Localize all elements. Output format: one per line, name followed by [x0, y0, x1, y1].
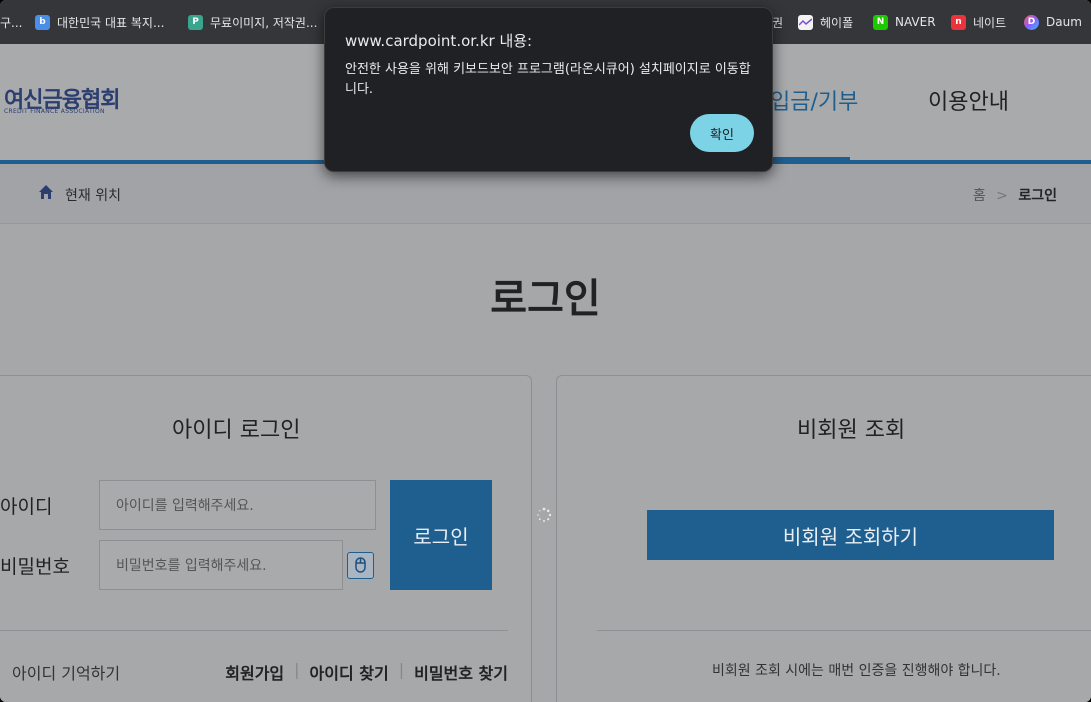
- daum-icon: D: [1024, 14, 1039, 30]
- guest-lookup-note: 비회원 조회 시에는 매번 인증을 진행해야 합니다.: [712, 663, 1001, 679]
- mouse-icon: [355, 557, 366, 573]
- heypoll-icon: [798, 14, 813, 30]
- bookmark-item[interactable]: b 대한민국 대표 복지...: [35, 12, 164, 32]
- id-input[interactable]: 아이디를 입력해주세요.: [99, 480, 376, 530]
- dialog-message: 안전한 사용을 위해 키보드보안 프로그램(라온시큐어) 설치페이지로 이동합니…: [345, 62, 751, 97]
- loading-spinner-icon: [537, 507, 552, 522]
- nate-icon: n: [951, 14, 966, 30]
- bookmark-item[interactable]: 권: [772, 12, 783, 32]
- bookmark-label: Daum: [1046, 15, 1082, 29]
- id-field-label: 아이디: [0, 496, 53, 518]
- guest-lookup-title: 비회원 조회: [797, 418, 906, 443]
- home-icon: [39, 185, 53, 199]
- bookmark-label: 대한민국 대표 복지...: [57, 15, 165, 30]
- account-links: 회원가입 | 아이디 찾기 | 비밀번호 찾기: [225, 660, 508, 684]
- bookmark-label: 네이트: [973, 15, 1007, 30]
- bookmark-item[interactable]: D Daum: [1024, 12, 1082, 32]
- dialog-title: www.cardpoint.or.kr 내용:: [345, 32, 533, 50]
- bookmark-label: 무료이미지, 저작권...: [210, 15, 318, 30]
- remember-id-checkbox[interactable]: 아이디 기억하기: [12, 660, 120, 684]
- breadcrumb-location-label: 현재 위치: [65, 188, 121, 204]
- breadcrumb-home[interactable]: 홈: [973, 188, 986, 204]
- bookmark-item[interactable]: n 네이트: [951, 12, 1006, 32]
- breadcrumb-current: 로그인: [1018, 188, 1057, 204]
- nav-donate[interactable]: 입금/기부: [770, 84, 858, 116]
- bookmark-label: 헤이폴: [820, 15, 854, 30]
- signup-link[interactable]: 회원가입: [225, 660, 284, 684]
- site-logo-subtitle: CREDIT FINANCE ASSOCIATION: [4, 108, 105, 115]
- bookmark-item[interactable]: P 무료이미지, 저작권...: [188, 12, 317, 32]
- bookmark-item[interactable]: 헤이폴: [798, 12, 853, 32]
- login-button[interactable]: 로그인: [390, 480, 492, 590]
- alert-dialog: www.cardpoint.or.kr 내용: 안전한 사용을 위해 키보드보안…: [324, 7, 773, 172]
- dialog-ok-button[interactable]: 확인: [690, 114, 754, 152]
- guest-panel-divider: [597, 630, 1091, 631]
- find-id-link[interactable]: 아이디 찾기: [310, 660, 389, 684]
- password-field-label: 비밀번호: [0, 556, 70, 578]
- nav-guide[interactable]: 이용안내: [928, 84, 1009, 116]
- page-title: 로그인: [490, 276, 601, 322]
- bookmark-label: 구...: [0, 15, 23, 30]
- bookmark-item[interactable]: 구...: [0, 12, 22, 32]
- id-login-title: 아이디 로그인: [172, 418, 301, 443]
- id-panel-divider: [0, 630, 508, 631]
- image-icon: P: [188, 14, 203, 30]
- breadcrumb: 홈 > 로그인: [973, 185, 1057, 205]
- find-password-link[interactable]: 비밀번호 찾기: [414, 660, 508, 684]
- naver-icon: N: [873, 14, 888, 30]
- bookmark-item[interactable]: N NAVER: [873, 12, 936, 32]
- breadcrumb-bar: [0, 164, 1091, 224]
- welfare-icon: b: [35, 14, 50, 30]
- browser-window: 구... b 대한민국 대표 복지... P 무료이미지, 저작권... 권 헤…: [0, 0, 1091, 702]
- bookmark-label: NAVER: [895, 15, 936, 29]
- bookmark-label: 권: [772, 15, 784, 30]
- password-input[interactable]: 비밀번호를 입력해주세요.: [99, 540, 343, 590]
- breadcrumb-separator: >: [996, 188, 1008, 204]
- guest-lookup-button[interactable]: 비회원 조회하기: [647, 510, 1054, 560]
- virtual-keypad-button[interactable]: [347, 552, 374, 579]
